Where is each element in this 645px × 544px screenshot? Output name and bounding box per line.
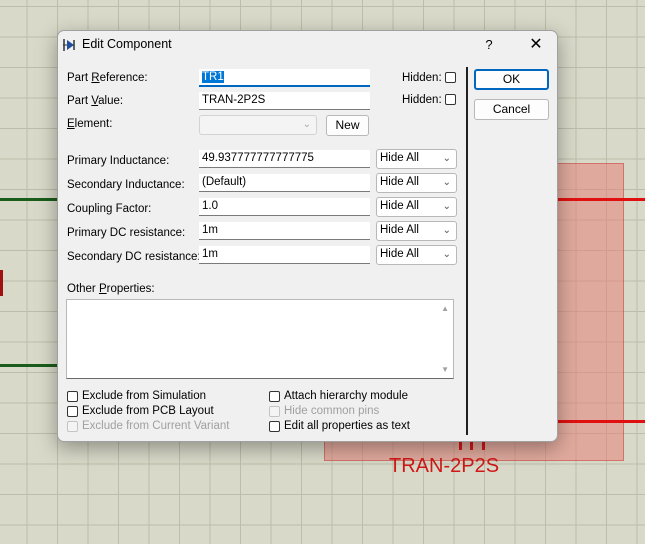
component-pin — [482, 441, 485, 450]
schematic-wire-left-bottom — [0, 364, 58, 367]
exclude-pcb-label[interactable]: Exclude from PCB Layout — [82, 405, 214, 417]
attach-hierarchy-label[interactable]: Attach hierarchy module — [284, 390, 408, 402]
component-label: TRAN-2P2S — [389, 455, 500, 477]
other-properties-textarea[interactable]: ▲ ▼ — [66, 299, 454, 379]
exclude-simulation-label[interactable]: Exclude from Simulation — [82, 390, 206, 402]
scroll-down-icon[interactable]: ▼ — [441, 365, 449, 374]
property-input[interactable]: 49.937777777777775 — [199, 150, 370, 168]
chevron-down-icon: ⌄ — [442, 153, 451, 164]
new-element-button[interactable]: New — [326, 115, 369, 136]
chevron-down-icon: ⌄ — [442, 225, 451, 236]
visibility-value: Hide All — [380, 224, 419, 236]
part-value-label: Part Value: — [67, 95, 124, 107]
hide-common-pins-label: Hide common pins — [284, 405, 380, 417]
chevron-down-icon: ⌄ — [442, 201, 451, 212]
element-label: Element: — [67, 118, 113, 130]
help-button[interactable]: ? — [478, 33, 500, 57]
property-label: Coupling Factor: — [67, 203, 152, 215]
hidden-label: Hidden: — [402, 94, 442, 106]
component-pin — [470, 441, 473, 450]
property-input[interactable]: 1m — [199, 222, 370, 240]
attach-hierarchy-checkbox[interactable] — [269, 391, 280, 402]
dialog-title: Edit Component — [82, 37, 172, 51]
exclude-variant-label: Exclude from Current Variant — [82, 420, 230, 432]
property-visibility-select[interactable]: Hide All ⌄ — [376, 149, 457, 169]
edit-as-text-label[interactable]: Edit all properties as text — [284, 420, 410, 432]
other-properties-label: Other Properties: — [67, 283, 155, 295]
chevron-down-icon: ⌄ — [442, 177, 451, 188]
chevron-down-icon: ⌄ — [442, 249, 451, 260]
schematic-pin-left — [0, 270, 3, 296]
cancel-button[interactable]: Cancel — [474, 99, 549, 120]
property-label: Secondary Inductance: — [67, 179, 185, 191]
edit-as-text-checkbox[interactable] — [269, 421, 280, 432]
part-reference-value: TR1 — [202, 71, 224, 83]
visibility-value: Hide All — [380, 200, 419, 212]
exclude-pcb-checkbox[interactable] — [67, 406, 78, 417]
chevron-down-icon: ⌄ — [302, 119, 311, 130]
scroll-up-icon[interactable]: ▲ — [441, 304, 449, 313]
dialog-titlebar[interactable]: Edit Component ? ✕ — [58, 31, 557, 61]
hidden-label: Hidden: — [402, 72, 442, 84]
property-label: Primary Inductance: — [67, 155, 170, 167]
part-reference-input[interactable]: TR1 — [199, 69, 370, 87]
schematic-wire-left-top — [0, 198, 58, 201]
property-label: Primary DC resistance: — [67, 227, 186, 239]
part-value-input[interactable]: TRAN-2P2S — [199, 92, 370, 110]
hide-common-pins-checkbox[interactable] — [269, 406, 280, 417]
component-pin — [459, 441, 462, 450]
ok-button[interactable]: OK — [474, 69, 549, 90]
property-input[interactable]: 1m — [199, 246, 370, 264]
schematic-wire-right-bottom — [556, 420, 645, 423]
property-input[interactable]: 1.0 — [199, 198, 370, 216]
property-visibility-select[interactable]: Hide All ⌄ — [376, 173, 457, 193]
property-visibility-select[interactable]: Hide All ⌄ — [376, 221, 457, 241]
exclude-variant-checkbox[interactable] — [67, 421, 78, 432]
part-reference-hidden-checkbox[interactable] — [445, 72, 456, 83]
property-input[interactable]: (Default) — [199, 174, 370, 192]
part-value-hidden-checkbox[interactable] — [445, 94, 456, 105]
visibility-value: Hide All — [380, 152, 419, 164]
close-button[interactable]: ✕ — [523, 33, 549, 57]
visibility-value: Hide All — [380, 176, 419, 188]
edit-component-dialog: Edit Component ? ✕ Part Reference: TR1 H… — [57, 30, 558, 442]
property-visibility-select[interactable]: Hide All ⌄ — [376, 197, 457, 217]
schematic-wire-right-top — [556, 198, 645, 201]
dialog-separator — [466, 67, 468, 435]
element-select[interactable]: ⌄ — [199, 115, 317, 135]
visibility-value: Hide All — [380, 248, 419, 260]
property-label: Secondary DC resistance: — [67, 251, 201, 263]
exclude-simulation-checkbox[interactable] — [67, 391, 78, 402]
part-reference-label: Part Reference: — [67, 72, 148, 84]
property-visibility-select[interactable]: Hide All ⌄ — [376, 245, 457, 265]
component-icon — [63, 39, 75, 51]
